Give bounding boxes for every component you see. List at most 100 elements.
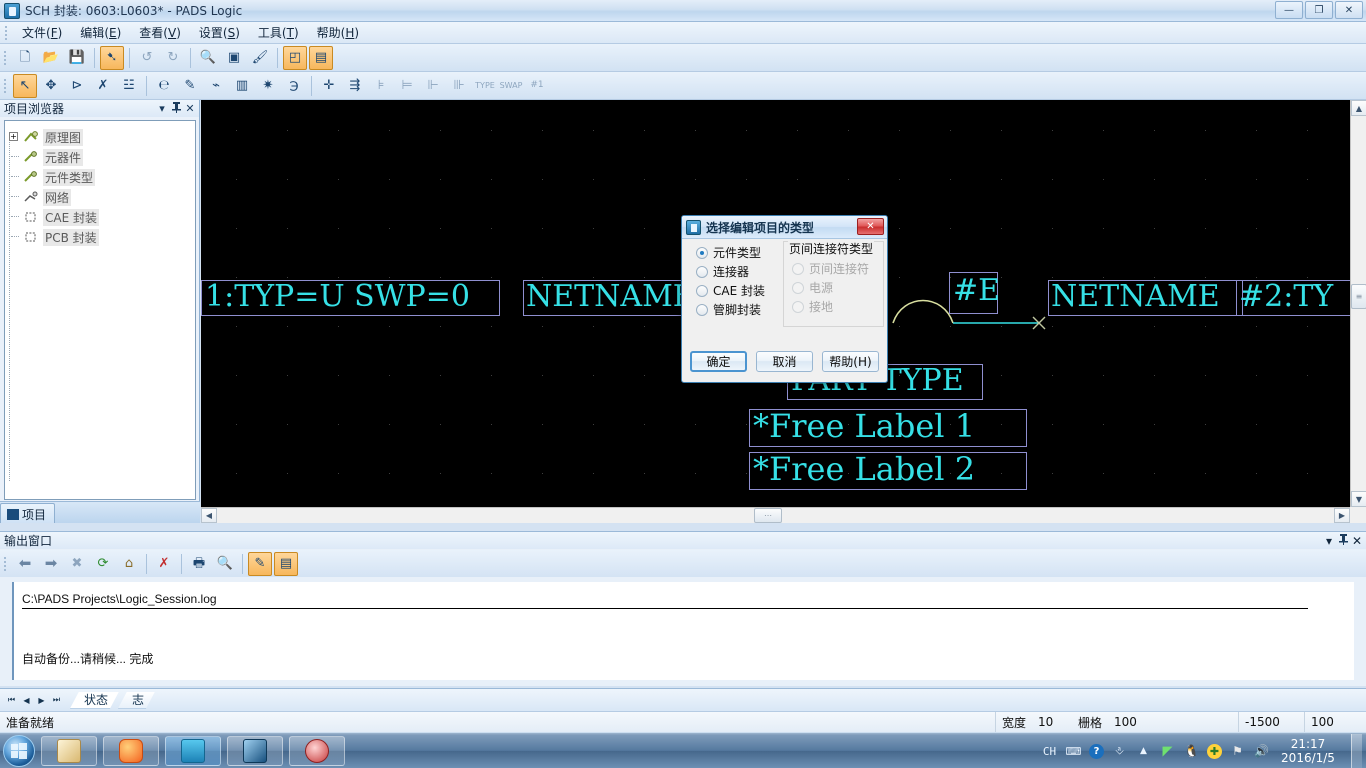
close-button[interactable]: ✕ [1335,1,1363,19]
toolbar-drag-handle[interactable] [3,49,10,66]
netname-left[interactable]: NETNAME [526,282,695,312]
add-bus-icon[interactable]: ▥ [230,74,254,98]
print-icon[interactable]: 🖶 [187,552,211,576]
radio-connector[interactable] [696,265,708,278]
next-sheet-button[interactable]: ▶ [34,693,49,708]
properties-icon[interactable]: ☳ [117,74,141,98]
canvas-vertical-scrollbar[interactable]: ▲ ≡ ▼ [1350,100,1366,507]
ime-indicator[interactable]: CH [1041,743,1058,760]
qq-icon[interactable]: 🐧 [1183,743,1200,760]
pin-e-label[interactable]: #E [953,276,1000,306]
type-swap-icon[interactable]: TYPE [473,74,497,98]
menu-edit[interactable]: 编辑(E) [71,21,130,44]
grid-value[interactable]: 100 [1108,712,1238,732]
taskbar-clock[interactable]: 21:17 2016/1/5 [1277,737,1339,765]
pcb-decal-icon[interactable]: ▤ [309,45,333,70]
taskbar-uc-browser[interactable] [103,735,159,766]
tree-item-pcb-decal[interactable]: PCB 封装 [9,227,191,247]
help-icon[interactable]: ? [1089,743,1104,759]
radio-pin-decal[interactable] [696,303,708,316]
report-icon[interactable]: ▤ [274,551,298,576]
design-toolbar-icon[interactable]: ◰ [283,45,307,70]
renumber-icon[interactable]: #1 [525,74,549,98]
add-part-icon[interactable]: ⌁ [204,74,228,98]
radio-row-part-type[interactable]: 元件类型 [682,243,778,262]
align-top-icon[interactable]: ⊨ [395,74,419,98]
panel-pin-button[interactable] [1336,533,1350,548]
prev-sheet-button[interactable]: ◀ [19,693,34,708]
horizontal-scroll-thumb[interactable]: ⋯ [754,508,782,523]
restore-button[interactable]: ❐ [1305,1,1333,19]
tree-item-cae-decal[interactable]: CAE 封装 [9,207,191,227]
network-icon[interactable]: ◤ [1159,743,1176,760]
scroll-right-icon[interactable]: ▶ [1334,508,1350,523]
netname-right[interactable]: NETNAME [1051,282,1220,312]
cost-icon[interactable]: ℈ [282,74,306,98]
add-connection-icon[interactable]: ⊳ [65,74,89,98]
menu-setup[interactable]: 设置(S) [190,21,249,44]
undo-icon[interactable]: ↺ [135,46,159,70]
taskbar-file-explorer[interactable] [41,735,97,766]
menu-tools[interactable]: 工具(T) [249,21,308,44]
volume-icon[interactable]: 🔊 [1253,743,1270,760]
vertical-scroll-thumb[interactable]: ≡ [1351,284,1366,309]
taskbar-media-player[interactable] [227,735,283,766]
home-icon[interactable]: ⌂ [117,552,141,576]
open-file-icon[interactable]: 📂 [39,46,63,70]
edit-log-icon[interactable]: ✎ [248,551,272,576]
first-sheet-button[interactable]: ⏮ [4,693,19,708]
tree-item-part-types[interactable]: 元件类型 [9,167,191,187]
minimize-button[interactable]: — [1275,1,1303,19]
add-connector-icon[interactable]: ✷ [256,74,280,98]
radio-row-pin-decal[interactable]: 管脚封装 [682,300,778,319]
width-value[interactable]: 10 [1032,712,1072,732]
project-tree[interactable]: + 原理图 元器件 元件类型 网络 CAE 封装 PCB 封装 [4,120,196,500]
free-label-1[interactable]: *Free Label 1 [753,410,975,442]
menu-help[interactable]: 帮助(H) [308,21,368,44]
menu-file[interactable]: 文件(F) [13,21,71,44]
pin-attr-left[interactable]: 1:TYP=U SWP=0 [205,282,470,312]
move-icon[interactable]: ✥ [39,74,63,98]
panel-menu-button[interactable]: ▾ [1322,534,1336,548]
zoom-icon[interactable]: 🔍 [196,46,220,70]
radio-row-connector[interactable]: 连接器 [682,262,778,281]
add-net-icon[interactable]: ⇶ [343,74,367,98]
ime-switch-icon[interactable]: ⎀ [1111,743,1128,760]
edit-graphics-icon[interactable]: ✎ [178,74,202,98]
delete-icon[interactable]: ✗ [91,74,115,98]
back-icon[interactable]: ⬅ [13,552,37,576]
panel-close-button[interactable]: ✕ [183,102,197,115]
tree-item-nets[interactable]: 网络 [9,187,191,207]
pin-attr-right[interactable]: #2:TY [1239,282,1333,312]
last-sheet-button[interactable]: ⏭ [49,693,64,708]
new-file-icon[interactable]: 🗋 [13,46,37,70]
scroll-up-icon[interactable]: ▲ [1351,100,1366,116]
show-desktop-button[interactable] [1351,734,1362,768]
pin-swap-icon[interactable]: SWAP [499,74,523,98]
panel-menu-button[interactable]: ▾ [155,102,169,115]
ok-button[interactable]: 确定 [690,351,747,372]
canvas-horizontal-scrollbar[interactable]: ◀ ⋯ ▶ [201,507,1350,523]
flag-icon[interactable]: ⚑ [1229,743,1246,760]
sheet-tab-status[interactable]: 状态 [70,692,119,709]
tree-item-schematic[interactable]: + 原理图 [9,127,191,147]
tree-item-parts[interactable]: 元器件 [9,147,191,167]
taskbar-pads-logic[interactable] [165,735,221,766]
add-pin-icon[interactable]: ✛ [317,74,341,98]
help-button[interactable]: 帮助(H) [822,351,879,372]
scroll-down-icon[interactable]: ▼ [1351,491,1366,507]
align-right-icon[interactable]: ⊪ [447,74,471,98]
save-icon[interactable]: 💾 [65,46,89,70]
cancel-button[interactable]: 取消 [756,351,813,372]
scroll-left-icon[interactable]: ◀ [201,508,217,523]
output-log-area[interactable]: C:\PADS Projects\Logic_Session.log 自动备份.… [12,582,1354,680]
redo-icon[interactable]: ↻ [161,46,185,70]
panel-close-button[interactable]: ✕ [1350,534,1364,548]
show-hidden-icons[interactable]: ▲ [1135,743,1152,760]
panel-tab-project[interactable]: 项目 [0,503,56,523]
security-icon[interactable]: ✚ [1207,743,1222,759]
forward-icon[interactable]: ➡ [39,552,63,576]
refresh-icon[interactable]: ⟳ [91,552,115,576]
radio-row-cae-decal[interactable]: CAE 封装 [682,281,778,300]
taskbar-screen-recorder[interactable] [289,735,345,766]
